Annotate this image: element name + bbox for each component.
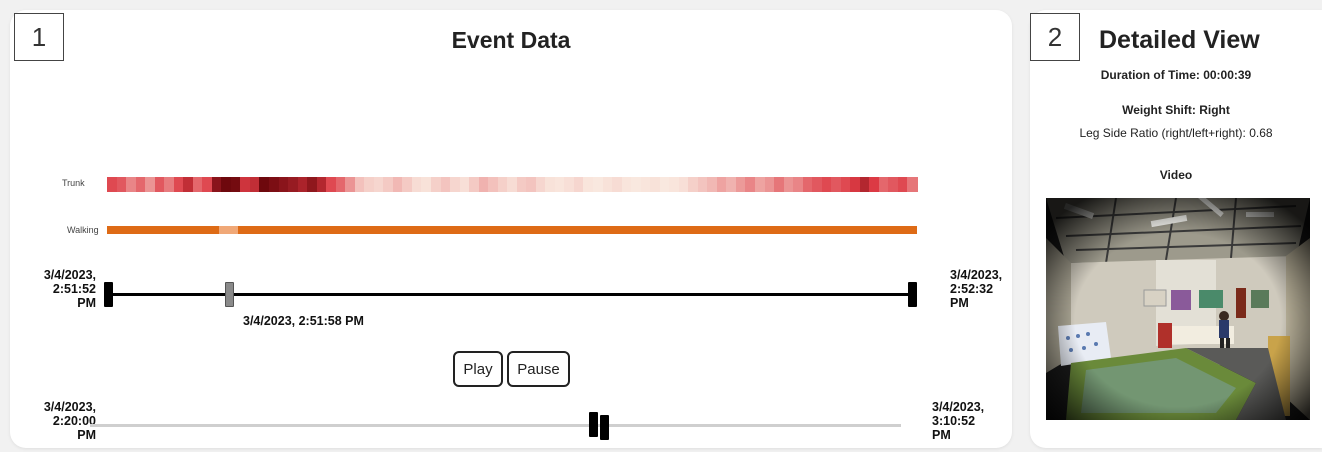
duration-text: Duration of Time: 00:00:39 <box>1100 68 1252 82</box>
weight-shift-text: Weight Shift: Right <box>1122 103 1230 117</box>
page-title: Event Data <box>451 27 571 53</box>
video-label: Video <box>1159 168 1193 182</box>
trunk-heat-cell <box>907 177 918 192</box>
current-time-label: 3/4/2023, 2:51:58 PM <box>243 314 364 328</box>
leg-side-ratio-text: Leg Side Ratio (right/left+right): 0.68 <box>1079 126 1273 140</box>
overview-window-start-handle[interactable] <box>588 412 598 437</box>
walking-bar <box>107 226 917 234</box>
video-frame-image <box>1046 198 1310 420</box>
walking-segment <box>238 226 917 234</box>
walking-row-label: Walking <box>67 225 99 235</box>
trunk-row-label: Trunk <box>62 178 85 188</box>
play-button[interactable]: Play <box>453 351 503 387</box>
video-player[interactable] <box>1046 198 1310 420</box>
timeline-start-label: 3/4/2023, 2:51:52 PM <box>43 268 96 310</box>
playhead-handle[interactable] <box>224 282 234 307</box>
trunk-heatmap <box>107 177 918 192</box>
walking-segment <box>218 226 239 234</box>
panel-title: Detailed View <box>1099 26 1260 54</box>
overview-window-end-handle[interactable] <box>600 415 610 440</box>
timeline-end-label: 3/4/2023, 2:52:32 PM <box>950 268 1003 310</box>
overview-end-label: 3/4/2023, 3:10:52 PM <box>932 400 985 442</box>
event-data-panel: 1 Event Data Trunk Walking 3/4/2023, 2:5… <box>10 10 1012 448</box>
pause-button[interactable]: Pause <box>507 351 570 387</box>
walking-segment <box>107 226 219 234</box>
overview-track[interactable] <box>90 424 901 427</box>
overview-start-label: 3/4/2023, 2:20:00 PM <box>43 400 96 442</box>
detailed-view-panel: 2 Detailed View Duration of Time: 00:00:… <box>1030 10 1322 448</box>
panel-number-badge: 2 <box>1030 13 1080 61</box>
timeline-end-handle[interactable] <box>908 282 917 307</box>
timeline-start-handle[interactable] <box>104 282 113 307</box>
